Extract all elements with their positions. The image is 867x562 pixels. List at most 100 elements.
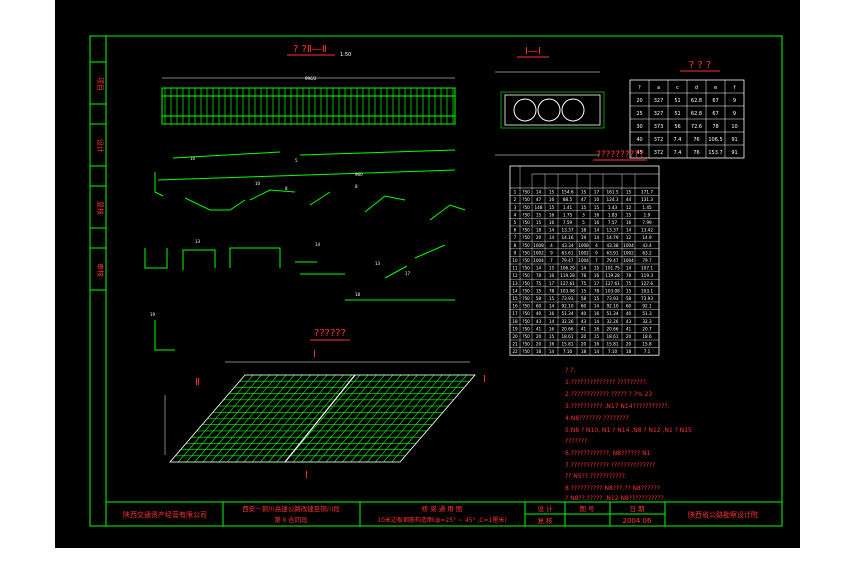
big-table-cell: 127.61 bbox=[605, 281, 620, 286]
big-table-cell: 13 bbox=[512, 281, 518, 286]
big-table-cell: 79.47 bbox=[607, 258, 619, 263]
big-table-cell: 9 bbox=[514, 250, 517, 255]
big-table-cell: 32.26 bbox=[607, 319, 619, 324]
big-table-cell: 15 bbox=[626, 288, 632, 293]
big-table-cell: ?50 bbox=[522, 197, 530, 202]
small-table-cell: 67 bbox=[712, 98, 718, 104]
big-table-cell: 14 bbox=[536, 190, 542, 195]
small-table-cell: 62.8 bbox=[691, 111, 702, 117]
small-table-cell: 51 bbox=[674, 98, 680, 104]
section-title: ? ?Ⅱ—Ⅱ bbox=[293, 44, 327, 55]
big-table-cell: 88.5 bbox=[563, 197, 573, 202]
small-table-cell: 20 bbox=[636, 98, 642, 104]
big-table-cell: 14 bbox=[512, 288, 518, 293]
label-date: 日 期 bbox=[629, 505, 645, 513]
big-table-cell: 78 bbox=[549, 288, 555, 293]
big-table-cell: 60 bbox=[536, 304, 542, 309]
big-table-cell: ?50 bbox=[522, 235, 530, 240]
big-table-cell: 107.1 bbox=[641, 266, 653, 271]
small-table-cell: 106.5 bbox=[708, 137, 722, 143]
big-table-cell: 13.42 bbox=[641, 228, 653, 233]
big-table-cell: 7 bbox=[550, 258, 553, 263]
big-table-cell: 2 bbox=[514, 197, 517, 202]
big-table-cell: 51.34 bbox=[607, 311, 619, 316]
cad-drawing: 项目 设计 复核 审核 ? ?Ⅱ—Ⅱ 1:50 996/2 960 5 10 8… bbox=[89, 35, 783, 527]
big-table-cell: 7.99 bbox=[642, 220, 652, 225]
big-table-cell: 9 bbox=[550, 250, 553, 255]
big-table-cell: 15 bbox=[626, 190, 632, 195]
big-table-cell: 73.93 bbox=[607, 296, 619, 301]
notes: ? ?: 1.?????????????? ?????????. 2.?????… bbox=[565, 367, 692, 502]
svg-text:960: 960 bbox=[355, 172, 363, 177]
big-table-cell: 21 bbox=[512, 342, 518, 347]
big-table-cell: 127.61 bbox=[560, 281, 575, 286]
label-check: 复 核 bbox=[537, 516, 553, 525]
big-table-cell: 14.9 bbox=[642, 235, 652, 240]
svg-text:13: 13 bbox=[195, 239, 201, 244]
big-table-cell: 1002 bbox=[578, 250, 589, 255]
small-table-cell: 25 bbox=[636, 111, 642, 117]
big-table-cell: 43.4 bbox=[642, 243, 652, 248]
big-table-cell: 78 bbox=[594, 288, 600, 293]
big-table-cell: 75 bbox=[581, 281, 587, 286]
big-table-cell: 1004 bbox=[623, 258, 634, 263]
big-table-cell: 119.28 bbox=[605, 273, 620, 278]
big-table-cell: 16 bbox=[594, 342, 600, 347]
svg-text:8: 8 bbox=[285, 186, 288, 191]
plan-title: ?????? bbox=[314, 328, 346, 339]
svg-text:18: 18 bbox=[355, 292, 361, 297]
elevation-section: ? ?Ⅱ—Ⅱ 1:50 996/2 960 5 10 8 10 8 13 14 … bbox=[144, 44, 466, 351]
big-table-cell: 43.34 bbox=[562, 243, 574, 248]
big-table-cell: 41 bbox=[536, 326, 542, 331]
note-line: 5.N8 ? N10, N1 ? N14 ,N8 ? N12 ,N1 ? N15 bbox=[565, 427, 692, 434]
svg-text:10: 10 bbox=[190, 156, 196, 161]
sidebar: 项目 设计 复核 审核 bbox=[89, 61, 107, 291]
big-table-cell: 6 bbox=[514, 228, 517, 233]
big-table-cell: 17 bbox=[594, 281, 600, 286]
big-table-cell: 14 bbox=[594, 304, 600, 309]
cad-viewport: 项目 设计 复核 审核 ? ?Ⅱ—Ⅱ 1:50 996/2 960 5 10 8… bbox=[55, 0, 800, 548]
big-table-cell: 14 bbox=[536, 266, 542, 271]
small-table: ? ? ? ? a c d e f 20 327 51 62.8 67 9 25 327 51 62.8 67 9… bbox=[629, 60, 745, 159]
big-table-cell: 14 bbox=[594, 349, 600, 354]
big-table-cell: 1004 bbox=[578, 258, 589, 263]
big-table-cell: 13.37 bbox=[562, 228, 574, 233]
big-table-cell: 16 bbox=[626, 220, 632, 225]
small-table-cell: 9 bbox=[733, 111, 736, 117]
big-table-cell: ?50 bbox=[522, 334, 530, 339]
title-block: 陕西交通资产经营有限公司 西安－铜川高速公路改建至铜川段 第 Ⅱ 合同段 桥 梁… bbox=[105, 501, 783, 527]
big-table-cell: 63.91 bbox=[607, 250, 619, 255]
small-table-cell: 91 bbox=[731, 137, 737, 143]
project-line2: 第 Ⅱ 合同段 bbox=[274, 515, 308, 524]
project-line1: 西安－铜川高速公路改建至铜川段 bbox=[242, 504, 340, 513]
note-line: 4.N8??????? ???????? bbox=[565, 415, 629, 422]
big-table-cell: 75 bbox=[626, 281, 632, 286]
big-table-cell: 9 bbox=[595, 250, 598, 255]
big-table-cell: 15 bbox=[581, 288, 587, 293]
note-line: ? N8??,????? ,N12 N8??????????? bbox=[565, 495, 664, 502]
big-table-cell: 58 bbox=[581, 296, 587, 301]
svg-text:10: 10 bbox=[255, 181, 261, 186]
small-table-cell: 76 bbox=[693, 150, 699, 156]
big-table-cell: 20 bbox=[512, 334, 518, 339]
small-table-cell: 373 bbox=[654, 124, 664, 130]
big-table-cell: 14 bbox=[549, 235, 555, 240]
big-table-cell: 13.37 bbox=[607, 228, 619, 233]
big-table-cell: ?50 bbox=[522, 296, 530, 301]
big-table-cell: 7.57 bbox=[608, 220, 618, 225]
big-table-cell: 17 bbox=[512, 311, 518, 316]
big-table-cell: 79.7 bbox=[642, 258, 652, 263]
big-table-cell: 1008 bbox=[578, 243, 589, 248]
small-table-cell: 9 bbox=[733, 98, 736, 104]
date-value: 2004.06 bbox=[623, 517, 652, 525]
big-table-cell: 47 bbox=[536, 197, 542, 202]
small-table-cell: 7.4 bbox=[674, 137, 682, 143]
big-table-cell: 16 bbox=[594, 311, 600, 316]
big-table-cell: 15 bbox=[594, 296, 600, 301]
big-table-cell: 16 bbox=[549, 220, 555, 225]
big-table-cell: 92.10 bbox=[562, 304, 574, 309]
big-table-cell: 43 bbox=[626, 319, 632, 324]
big-table-cell: 20 bbox=[626, 342, 632, 347]
big-table-cell: 15 bbox=[549, 205, 555, 210]
big-table-cell: 20.7 bbox=[642, 326, 652, 331]
